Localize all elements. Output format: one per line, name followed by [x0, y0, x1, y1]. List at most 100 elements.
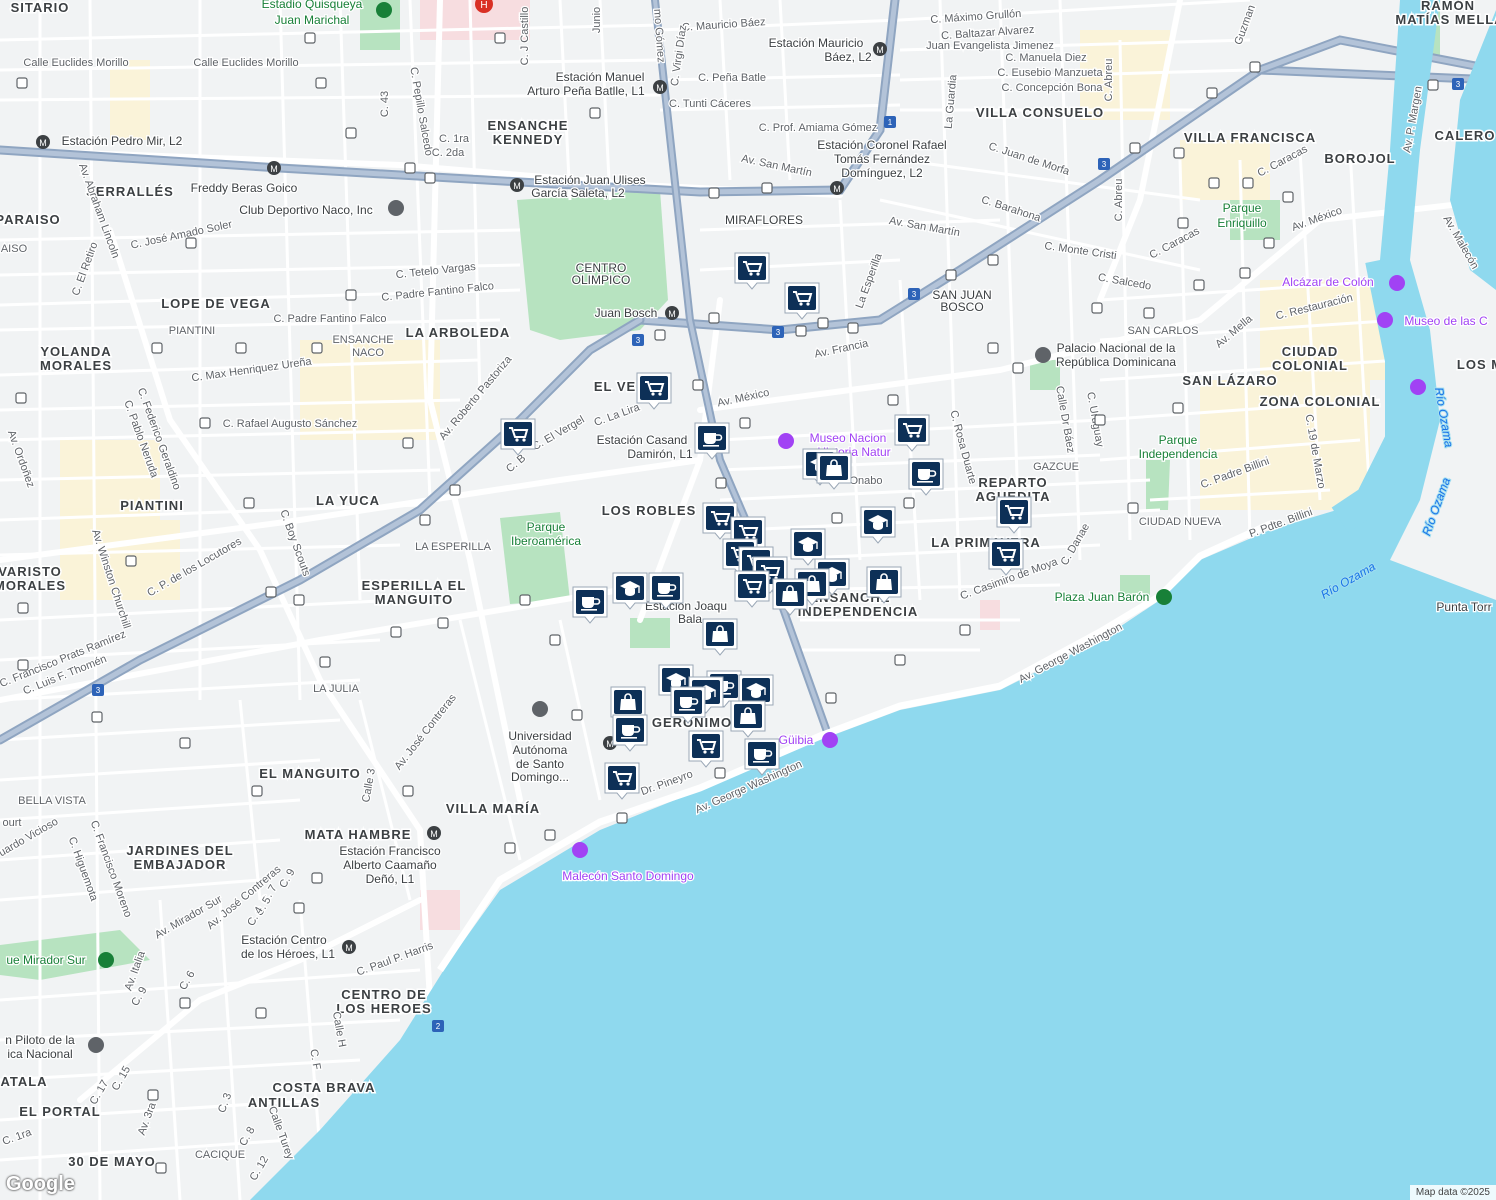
- poi-label: Estación Manuel: [556, 70, 645, 84]
- poi-label: Domínguez, L2: [841, 166, 923, 180]
- neighborhood-label: MATÍAS MELLA: [1395, 12, 1496, 27]
- street-label: ourt: [3, 817, 22, 829]
- street-label: C. Concepción Bona: [1002, 82, 1104, 94]
- poi-label: Plaza Juan Barón: [1055, 590, 1150, 604]
- neighborhood-label: ZONA COLONIAL: [1260, 394, 1381, 409]
- neighborhood-label: EL VE: [594, 379, 636, 394]
- map-attribution: Map data ©2025: [1409, 1185, 1496, 1200]
- neighborhood-label: EMBAJADOR: [134, 857, 227, 872]
- poi-label: Enriquillo: [1217, 216, 1267, 230]
- neighborhood-label: SAN LÁZARO: [1182, 373, 1277, 388]
- street-label: Calle Euclides Morillo: [193, 57, 298, 69]
- poi-label: Estación Juan Ulises: [534, 173, 645, 187]
- poi-label: de Santo: [516, 757, 564, 771]
- street-label: BELLA VISTA: [18, 795, 86, 807]
- street-label: ENSANCHE: [332, 334, 393, 346]
- poi-label: Parque: [1159, 433, 1198, 447]
- poi-label: Museo de las C: [1404, 314, 1488, 328]
- neighborhood-label: EL PORTAL: [19, 1104, 100, 1119]
- poi-label: ica Nacional: [7, 1047, 72, 1061]
- svg-text:3: 3: [1102, 160, 1107, 169]
- street-label: C. 1ra: [439, 133, 470, 145]
- neighborhood-label: MORALES: [40, 358, 112, 373]
- poi-label: Báez, L2: [824, 50, 872, 64]
- neighborhood-label: COLONIAL: [1272, 358, 1348, 373]
- neighborhood-label: ATALA: [0, 1074, 47, 1089]
- poi-label: Alberto Caamaño: [343, 858, 437, 872]
- svg-text:3: 3: [776, 328, 781, 337]
- neighborhood-label: LA PRIMAVERA: [931, 535, 1041, 550]
- poi-label: n Piloto de la: [5, 1033, 75, 1047]
- poi-label: Tomás Fernández: [834, 152, 930, 166]
- neighborhood-label: CENTRO DE: [341, 987, 427, 1002]
- street-label: Onabo: [849, 475, 882, 487]
- street-label: C. Padre Fantino Falco: [273, 313, 386, 325]
- poi-label: Iberoamérica: [511, 534, 581, 548]
- neighborhood-label: PARAISO: [0, 212, 61, 227]
- poi-label: Estadio Quisqueya: [262, 0, 363, 11]
- svg-text:3: 3: [1456, 80, 1461, 89]
- svg-text:3: 3: [912, 290, 917, 299]
- neighborhood-label: YOLANDA: [40, 344, 111, 359]
- svg-text:M: M: [656, 83, 664, 93]
- svg-text:M: M: [513, 181, 521, 191]
- svg-text:H: H: [480, 0, 487, 11]
- street-label: C. Tunti Cáceres: [669, 98, 751, 110]
- svg-text:M: M: [876, 45, 884, 55]
- svg-text:M: M: [668, 309, 676, 319]
- poi-label: Independencia: [1139, 447, 1218, 461]
- poi-label: Club Deportivo Naco, Inc: [239, 203, 372, 217]
- poi-label: García Saleta, L2: [531, 186, 625, 200]
- street-label: GAZCUE: [1033, 461, 1079, 473]
- poi-label: República Dominicana: [1056, 355, 1176, 369]
- poi-label: Autónoma: [513, 743, 568, 757]
- svg-text:3: 3: [636, 336, 641, 345]
- street-label: C. J Castillo: [519, 7, 531, 66]
- neighborhood-label: LOS HEROES: [336, 1001, 431, 1016]
- poi-label: Estación Francisco: [339, 844, 441, 858]
- map-canvas[interactable]: SITARIOENSANCHEKENNEDYVILLA CONSUELOVILL…: [0, 0, 1496, 1200]
- street-label: C. Eusebio Manzueta: [997, 67, 1103, 79]
- google-logo: Google: [6, 1173, 75, 1195]
- poi-label: Arturo Peña Batlle, L1: [527, 84, 645, 98]
- street-label: C. 2da: [432, 147, 465, 159]
- svg-text:M: M: [270, 164, 278, 174]
- neighborhood-label: CALERO: [1435, 128, 1496, 143]
- neighborhood-label: COSTA BRAVA: [273, 1080, 376, 1095]
- neighborhood-label: ENSANCHE: [488, 118, 569, 133]
- street-label: AISO: [1, 243, 28, 255]
- street-label: C. 43: [379, 91, 391, 117]
- poi-label: de los Héroes, L1: [241, 947, 335, 961]
- poi-label: OLIMPICO: [572, 273, 631, 287]
- neighborhood-label: LA ARBOLEDA: [406, 325, 511, 340]
- poi-label: Güibia: [779, 733, 814, 747]
- street-label: Junio: [591, 7, 603, 33]
- neighborhood-label: LOS M: [1457, 357, 1496, 372]
- poi-label: Domingo...: [511, 770, 569, 784]
- neighborhood-label: JARDINES DEL: [126, 843, 233, 858]
- poi-label: Parque: [527, 520, 566, 534]
- svg-text:M: M: [833, 184, 841, 194]
- street-label: LA ESPERILLA: [415, 541, 491, 553]
- poi-label: Malecón Santo Domingo: [562, 869, 694, 883]
- neighborhood-label: MATA HAMBRE: [305, 827, 412, 842]
- street-label: Juan Evangelista Jimenez: [926, 40, 1054, 52]
- street-label: C. Rafael Augusto Sánchez: [223, 418, 358, 430]
- poi-label: Damirón, L1: [627, 447, 693, 461]
- neighborhood-label: VARISTO: [0, 564, 62, 579]
- neighborhood-label: EL MANGUITO: [259, 766, 361, 781]
- street-label: NACO: [352, 347, 384, 359]
- svg-text:M: M: [39, 138, 47, 148]
- street-label: C. Abreu: [1113, 179, 1125, 222]
- poi-label: Estación Mauricio: [769, 36, 864, 50]
- svg-text:M: M: [430, 829, 438, 839]
- poi-label: BOSCO: [940, 300, 983, 314]
- neighborhood-label: KENNEDY: [493, 132, 564, 147]
- svg-text:1: 1: [888, 118, 893, 127]
- poi-label: Universidad: [508, 729, 571, 743]
- svg-text:2: 2: [436, 1022, 441, 1031]
- street-label: CACIQUE: [195, 1149, 245, 1161]
- street-label: PIANTINI: [169, 325, 215, 337]
- poi-label: Estación Centro: [241, 933, 327, 947]
- neighborhood-label: VILLA CONSUELO: [976, 105, 1104, 120]
